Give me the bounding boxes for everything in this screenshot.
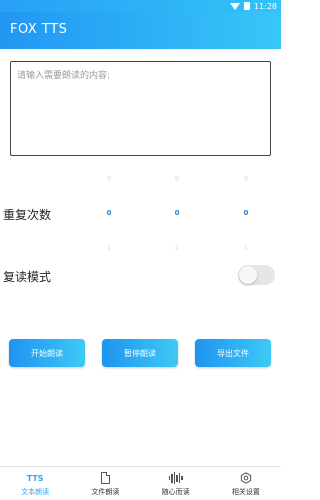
repeat-picker-1-above[interactable]: 9 [101,175,117,183]
repeat-picker-3-above[interactable]: 9 [238,175,254,183]
tab-label: 随心而读 [161,488,190,496]
tab-file-reading[interactable]: 文件朗读 [70,467,140,500]
repeat-picker-2-above[interactable]: 9 [169,175,185,183]
status-bar: 11:28 [0,0,281,12]
pause-reading-button[interactable]: 暂停朗读 [102,339,178,367]
repeat-picker-1-value[interactable]: 0 [101,209,117,217]
tab-settings[interactable]: 相关设置 [211,467,281,500]
settings-hex-icon [240,471,252,485]
repeat-count-label: 重复次数 [3,208,52,222]
tts-icon-text: TTS [26,473,44,483]
repeat-picker-1-below[interactable]: 1 [101,244,117,252]
tab-label: 文本朗读 [21,488,50,496]
text-input-placeholder: 请输入需要朗读的内容: [17,71,111,81]
repeat-picker-2-below[interactable]: 1 [169,244,185,252]
repeat-picker-3-below[interactable]: 1 [238,244,254,252]
repeat-picker-3-value[interactable]: 0 [238,209,254,217]
toggle-knob [239,266,257,284]
wifi-icon [229,2,240,10]
repeat-mode-toggle[interactable] [238,265,275,285]
app-title: FOX TTS [10,22,68,37]
document-icon [100,471,110,485]
tab-text-reading[interactable]: TTS 文本朗读 [0,467,70,500]
tts-icon: TTS [27,471,44,485]
waveform-icon [168,471,183,485]
text-input[interactable]: 请输入需要朗读的内容: [10,61,271,156]
app-bar: FOX TTS [0,12,281,49]
battery-icon [243,2,250,10]
tab-label: 文件朗读 [91,488,120,496]
repeat-picker-2-value[interactable]: 0 [169,209,185,217]
tab-label: 相关设置 [231,488,260,496]
repeat-mode-label: 复读模式 [3,270,52,284]
export-file-button[interactable]: 导出文件 [195,339,271,367]
status-time: 11:28 [253,1,277,11]
bottom-tab-bar: TTS 文本朗读 文件朗读 随心而读 相关设置 [0,466,281,500]
tab-free-reading[interactable]: 随心而读 [141,467,211,500]
start-reading-button[interactable]: 开始朗读 [9,339,85,367]
